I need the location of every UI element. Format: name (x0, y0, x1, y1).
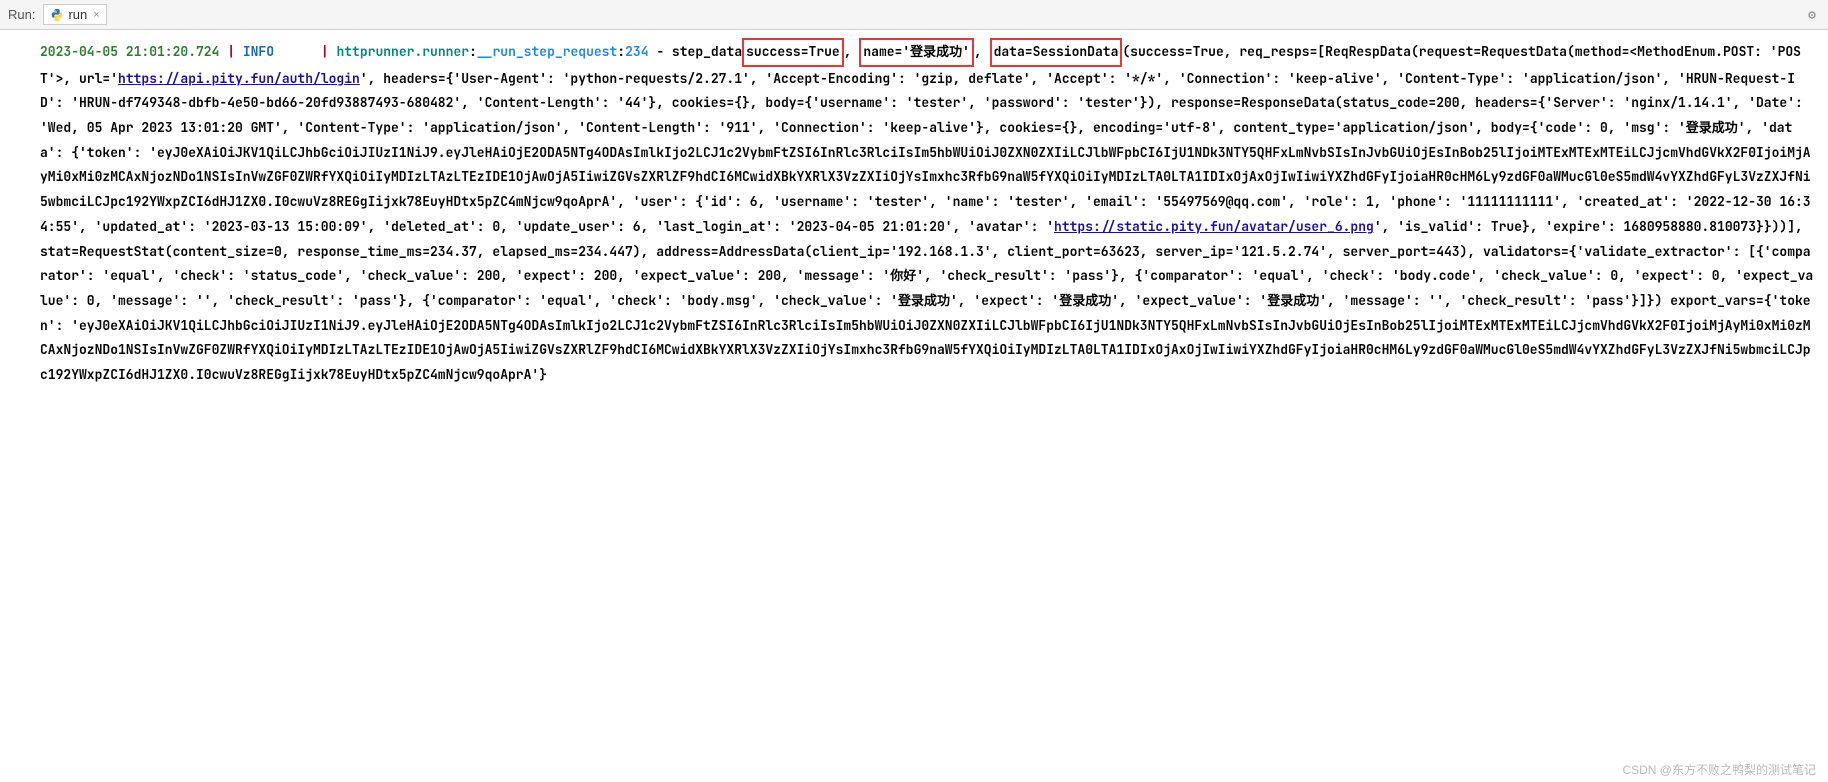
log-level: INFO (243, 43, 274, 60)
log-timestamp: 2023-04-05 21:01:20.724 (40, 43, 219, 60)
log-body-b: ', headers={'User-Agent': 'python-reques… (40, 70, 1811, 235)
log-sep: | (227, 43, 243, 60)
watermark: CSDN @东方不败之鸭梨的测试笔记 (1622, 761, 1816, 778)
log-body-c: ', 'is_valid': True}, 'expire': 16809588… (40, 218, 1813, 383)
log-module: httprunner.runner (336, 43, 469, 60)
log-prefix: step_data (672, 43, 742, 60)
console-output[interactable]: 2023-04-05 21:01:20.724 | INFO | httprun… (0, 30, 1828, 408)
run-label: Run: (8, 7, 35, 22)
close-icon[interactable]: × (93, 9, 99, 21)
highlight-data: data=SessionData (990, 38, 1123, 67)
highlight-success: success=True (742, 38, 844, 67)
log-lineno: 234 (625, 43, 648, 60)
tab-label: run (68, 7, 87, 22)
gear-icon[interactable]: ⚙ (1808, 6, 1816, 23)
api-login-link[interactable]: https://api.pity.fun/auth/login (118, 70, 360, 87)
run-titlebar: Run: run × ⚙ (0, 0, 1828, 30)
run-tab[interactable]: run × (43, 4, 106, 25)
log-pipe: | (321, 43, 337, 60)
avatar-link[interactable]: https://static.pity.fun/avatar/user_6.pn… (1054, 218, 1374, 235)
log-func: __run_step_request (477, 43, 617, 60)
python-icon (50, 8, 64, 22)
highlight-name: name='登录成功' (859, 38, 974, 67)
